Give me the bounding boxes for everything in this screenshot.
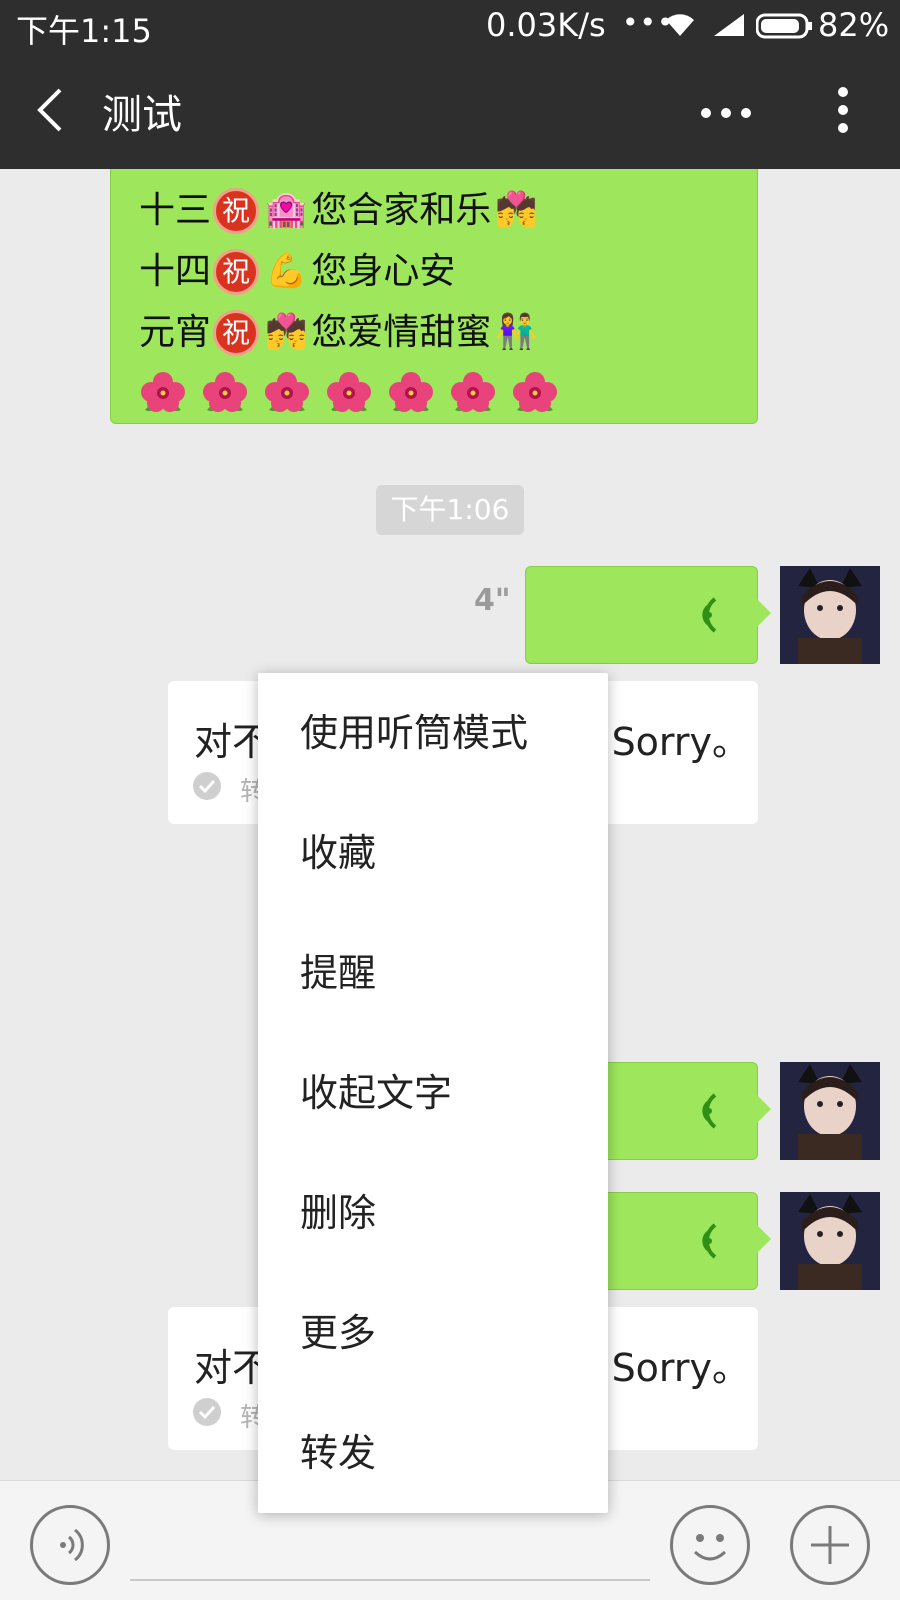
menu-item-remind[interactable]: 提醒 <box>258 913 608 1033</box>
title-bar: 测试 <box>0 50 900 169</box>
message-input[interactable] <box>130 1579 650 1581</box>
voice-wave-icon <box>689 595 723 639</box>
menu-item-more[interactable]: 更多 <box>258 1273 608 1393</box>
blessing-text: 您身心安 <box>311 251 456 292</box>
hibiscus-icon <box>511 370 559 418</box>
hibiscus-icon <box>387 370 435 418</box>
avatar[interactable] <box>780 1192 880 1290</box>
zhu-emoji-icon: 祝 <box>213 187 260 234</box>
bubble-tail <box>757 1095 771 1123</box>
wifi-icon <box>662 10 698 42</box>
blessing-text: 您爱情甜蜜 <box>311 312 492 353</box>
voice-wave-icon <box>689 1091 723 1135</box>
blessing-prefix: 十三 <box>139 190 212 231</box>
message-timestamp: 下午1:06 <box>376 485 524 535</box>
battery-icon <box>755 13 814 43</box>
hibiscus-icon <box>139 370 187 418</box>
kiss-emoji-icon: 💏 <box>265 312 308 352</box>
menu-item-hide-text[interactable]: 收起文字 <box>258 1033 608 1153</box>
avatar[interactable] <box>780 1062 880 1160</box>
couple-emoji-icon: 👫 <box>495 312 538 352</box>
more-vertical-icon[interactable] <box>836 86 850 138</box>
chat-title: 测试 <box>102 92 182 138</box>
menu-item-forward[interactable]: 转发 <box>258 1393 608 1513</box>
transcript-text-end: Sorry。 <box>611 720 750 764</box>
menu-item-delete[interactable]: 删除 <box>258 1153 608 1273</box>
blessing-text: 您合家和乐 <box>311 190 492 231</box>
zhu-emoji-icon: 祝 <box>213 309 260 356</box>
voice-message-bubble[interactable] <box>525 566 771 664</box>
more-horizontal-icon[interactable] <box>700 104 752 123</box>
zhu-emoji-icon: 祝 <box>213 248 260 295</box>
hibiscus-icon <box>263 370 311 418</box>
blessing-message-bubble[interactable]: 十三 祝 🏩 您合家和乐 💏 十四 祝 💪 您身心安 元宵 祝 💏 您爱情甜蜜 … <box>110 169 758 424</box>
blessing-prefix: 元宵 <box>139 312 212 353</box>
emoji-icon[interactable] <box>670 1505 750 1585</box>
kiss-emoji-icon: 💏 <box>495 190 538 230</box>
blessing-prefix: 十四 <box>139 251 212 292</box>
context-menu: 使用听筒模式 收藏 提醒 收起文字 删除 更多 转发 <box>258 673 608 1513</box>
battery-percent: 82% <box>818 6 890 44</box>
bubble-tail <box>757 1225 771 1253</box>
transcript-text-end: Sorry。 <box>611 1346 750 1390</box>
hibiscus-icon <box>449 370 497 418</box>
voice-input-icon[interactable] <box>30 1505 110 1585</box>
menu-item-earpiece-mode[interactable]: 使用听筒模式 <box>258 673 608 793</box>
avatar[interactable] <box>780 566 880 664</box>
voice-duration: 4" <box>474 583 511 618</box>
network-speed: 0.03K/s <box>486 6 606 44</box>
check-circle-icon <box>192 771 222 805</box>
plus-icon[interactable] <box>790 1505 870 1585</box>
love-hotel-emoji-icon: 🏩 <box>265 190 308 230</box>
blessing-line: 十四 祝 💪 您身心安 <box>139 241 729 302</box>
flower-row <box>139 363 729 424</box>
check-circle-icon <box>192 1397 222 1431</box>
hibiscus-icon <box>201 370 249 418</box>
back-arrow-icon[interactable] <box>34 88 64 136</box>
blessing-line: 十三 祝 🏩 您合家和乐 💏 <box>139 180 729 241</box>
status-time: 下午1:15 <box>16 12 152 50</box>
signal-icon <box>712 12 746 42</box>
voice-wave-icon <box>689 1221 723 1265</box>
status-bar: 下午1:15 0.03K/s ••• 82% <box>0 0 900 50</box>
bubble-tail <box>757 599 771 627</box>
menu-item-favorite[interactable]: 收藏 <box>258 793 608 913</box>
blessing-line: 元宵 祝 💏 您爱情甜蜜 👫 <box>139 302 729 363</box>
hibiscus-icon <box>325 370 373 418</box>
muscle-emoji-icon: 💪 <box>265 251 308 291</box>
